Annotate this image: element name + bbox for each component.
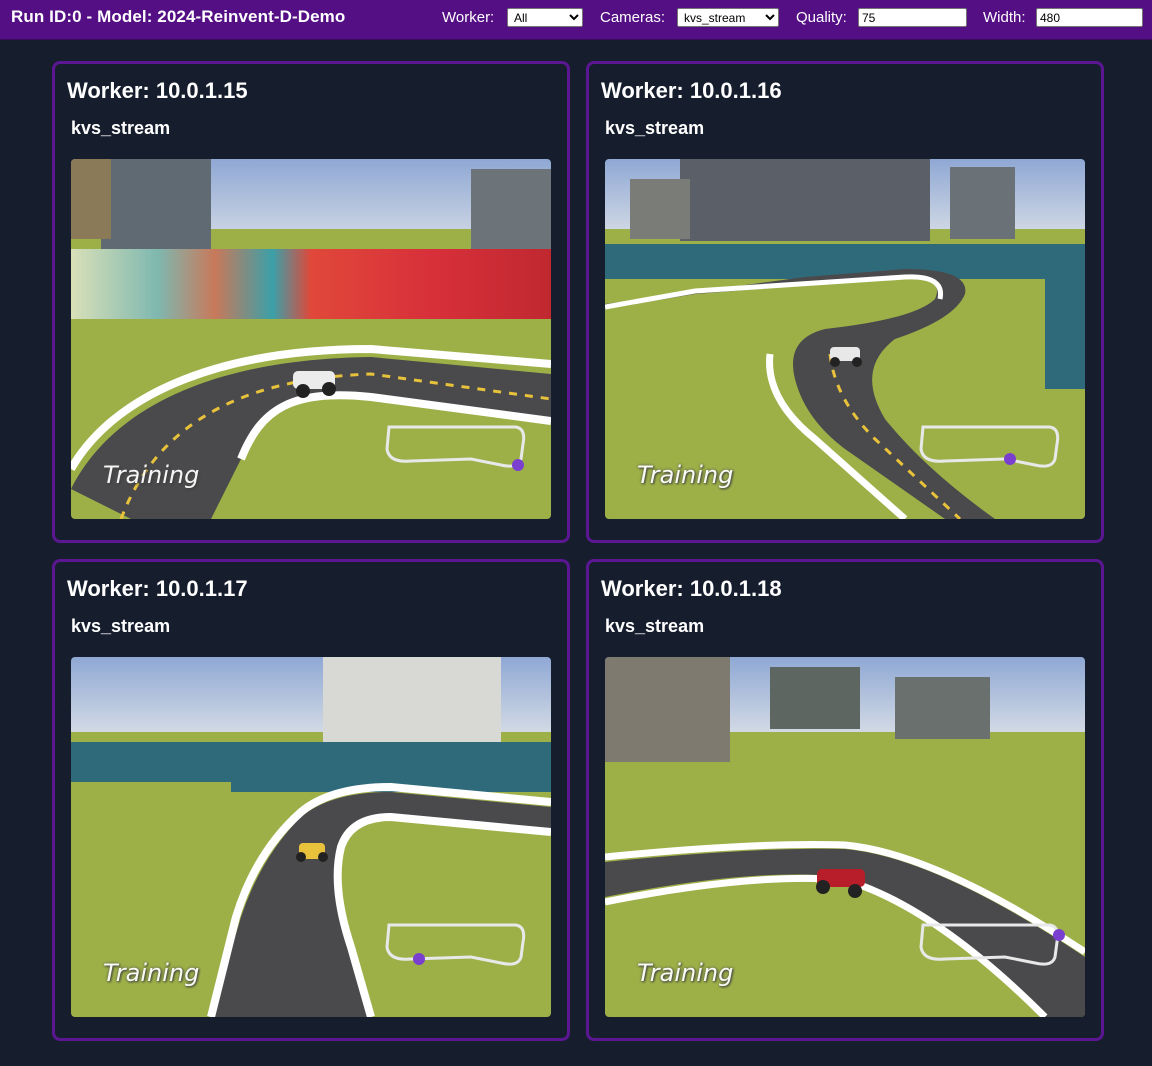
quality-label: Quality: bbox=[796, 9, 847, 26]
width-label: Width: bbox=[983, 9, 1026, 26]
worker-title: Worker: 10.0.1.16 bbox=[601, 78, 782, 103]
worker-card-3: Worker: 10.0.1.17 kvs_stream Training bbox=[52, 559, 570, 1041]
worker-title: Worker: 10.0.1.17 bbox=[67, 576, 248, 601]
top-bar: Run ID:0 - Model: 2024-Reinvent-D-Demo W… bbox=[0, 0, 1152, 40]
page-title: Run ID:0 - Model: 2024-Reinvent-D-Demo bbox=[11, 7, 346, 26]
width-input[interactable] bbox=[1036, 8, 1143, 27]
training-label: Training bbox=[637, 959, 734, 987]
worker-title: Worker: 10.0.1.18 bbox=[601, 576, 782, 601]
worker-title: Worker: 10.0.1.15 bbox=[67, 78, 248, 103]
worker-label: Worker: bbox=[442, 9, 495, 26]
worker-card-2: Worker: 10.0.1.16 kvs_stream Training bbox=[586, 61, 1104, 543]
training-label: Training bbox=[103, 461, 200, 489]
stream-name: kvs_stream bbox=[71, 118, 171, 138]
camera-feed: Training bbox=[71, 159, 551, 519]
cameras-label: Cameras: bbox=[600, 9, 666, 26]
worker-select[interactable]: All bbox=[507, 8, 583, 27]
camera-feed: Training bbox=[605, 159, 1085, 519]
quality-input[interactable] bbox=[858, 8, 967, 27]
worker-card-4: Worker: 10.0.1.18 kvs_stream Training bbox=[586, 559, 1104, 1041]
cameras-select[interactable]: kvs_stream bbox=[677, 8, 779, 27]
training-label: Training bbox=[637, 461, 734, 489]
camera-feed: Training bbox=[605, 657, 1085, 1017]
training-label: Training bbox=[103, 959, 200, 987]
worker-card-1: Worker: 10.0.1.15 kvs_stream Training bbox=[52, 61, 570, 543]
stream-name: kvs_stream bbox=[71, 616, 171, 636]
stream-name: kvs_stream bbox=[605, 118, 705, 138]
camera-feed: Training bbox=[71, 657, 551, 1017]
stream-name: kvs_stream bbox=[605, 616, 705, 636]
